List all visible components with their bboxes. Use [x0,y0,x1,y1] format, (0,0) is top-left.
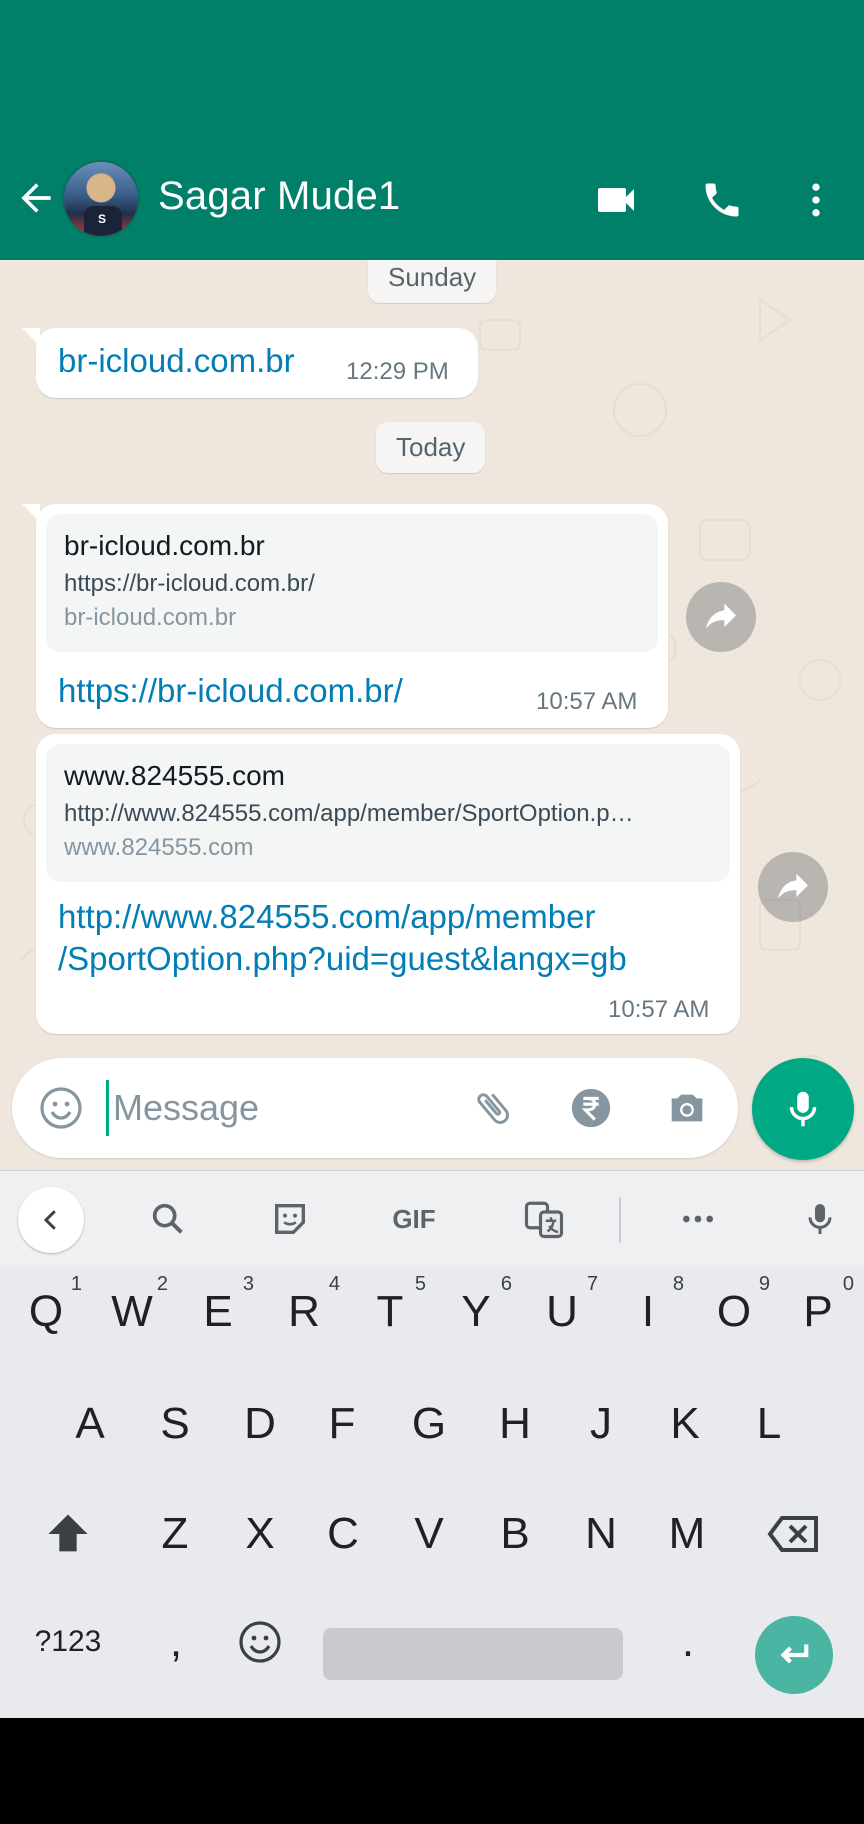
backspace-icon [767,1516,818,1552]
key-p[interactable]: P0 [778,1267,858,1357]
message-link-line: http://www.824555.com/app/member [58,898,596,935]
key-o[interactable]: O9 [694,1267,774,1357]
key-n[interactable]: N [561,1489,641,1579]
more-icon[interactable] [670,1191,726,1247]
period-key[interactable]: . [648,1597,728,1687]
message-time: 10:57 AM [536,688,638,715]
voice-message-button[interactable] [752,1058,854,1160]
avatar[interactable]: S [62,160,140,238]
key-c[interactable]: C [303,1489,383,1579]
forward-icon[interactable] [686,582,756,652]
video-call-icon[interactable] [588,172,644,228]
key-m[interactable]: M [647,1489,727,1579]
symbols-key[interactable]: ?123 [28,1597,108,1687]
link-preview[interactable]: www.824555.com http://www.824555.com/app… [46,744,730,882]
shift-icon [48,1514,88,1552]
chat-area: Sunday br-icloud.com.br 12:29 PM Today b… [0,260,864,1170]
link-preview[interactable]: br-icloud.com.br https://br-icloud.com.b… [46,514,658,652]
message-time: 10:57 AM [608,996,710,1023]
key-u[interactable]: U7 [522,1267,602,1357]
link-preview-domain: br-icloud.com.br [64,604,237,631]
message-bubble[interactable]: www.824555.com http://www.824555.com/app… [36,734,740,1034]
more-options-icon[interactable] [788,172,844,228]
date-chip-today: Today [376,422,486,473]
key-s[interactable]: S [135,1379,215,1469]
date-chip-sunday: Sunday [368,260,497,303]
link-preview-url: https://br-icloud.com.br/ [64,570,315,597]
backspace-key[interactable] [754,1489,834,1579]
key-r[interactable]: R4 [264,1267,344,1357]
message-composer [12,1058,738,1158]
message-link[interactable]: https://br-icloud.com.br/ [58,670,403,712]
key-f[interactable]: F [302,1379,382,1469]
message-link-line: /SportOption.php?uid=guest&langx=gb [58,940,627,977]
key-e[interactable]: E3 [178,1267,258,1357]
avatar-letter: S [98,212,107,226]
emoji-key[interactable] [220,1597,300,1687]
key-j[interactable]: J [561,1379,641,1469]
key-z[interactable]: Z [135,1489,215,1579]
key-x[interactable]: X [220,1489,300,1579]
comma-key[interactable]: , [136,1597,216,1687]
message-link[interactable]: br-icloud.com.br [58,340,295,382]
key-t[interactable]: T5 [350,1267,430,1357]
emoji-icon[interactable] [36,1083,86,1133]
link-preview-title: br-icloud.com.br [64,530,265,561]
key-q[interactable]: Q1 [6,1267,86,1357]
key-y[interactable]: Y6 [436,1267,516,1357]
message-bubble[interactable]: br-icloud.com.br https://br-icloud.com.b… [22,504,668,728]
key-i[interactable]: I8 [608,1267,688,1357]
message-time: 12:29 PM [346,358,449,385]
keyboard-toolbar: GIF [0,1171,864,1267]
voice-call-icon[interactable] [694,172,750,228]
back-arrow-icon[interactable] [14,176,58,220]
link-preview-url: http://www.824555.com/app/member/SportOp… [64,800,634,827]
link-preview-title: www.824555.com [64,760,286,791]
toolbar-divider [619,1197,621,1243]
chevron-left-icon [43,1210,56,1230]
key-b[interactable]: B [475,1489,555,1579]
translate-icon[interactable] [516,1191,572,1247]
key-d[interactable]: D [220,1379,300,1469]
camera-icon[interactable] [662,1083,712,1133]
payment-icon[interactable] [566,1083,616,1133]
message-input[interactable] [106,1080,446,1136]
search-icon[interactable] [140,1191,196,1247]
key-h[interactable]: H [475,1379,555,1469]
link-preview-domain: www.824555.com [64,834,254,861]
key-l[interactable]: L [729,1379,809,1469]
microphone-icon [789,1091,817,1127]
enter-icon [780,1644,809,1664]
system-nav-bar [0,1718,864,1824]
message-link[interactable]: http://www.824555.com/app/member /SportO… [58,896,627,980]
gif-button[interactable]: GIF [382,1191,446,1247]
keyboard-mic-icon[interactable] [792,1191,848,1247]
key-w[interactable]: W2 [92,1267,172,1357]
space-key[interactable] [323,1628,623,1680]
chat-header: S Sagar Mude1 [0,0,864,260]
enter-key[interactable] [755,1616,833,1694]
sticker-icon[interactable] [262,1191,318,1247]
key-k[interactable]: K [645,1379,725,1469]
bubble-tail [22,504,40,522]
bubble-tail [22,328,40,346]
shift-key[interactable] [28,1489,108,1579]
key-a[interactable]: A [50,1379,130,1469]
attach-icon[interactable] [468,1083,518,1133]
emoji-icon [239,1621,281,1663]
contact-name[interactable]: Sagar Mude1 [158,174,400,219]
key-v[interactable]: V [389,1489,469,1579]
message-bubble[interactable]: br-icloud.com.br 12:29 PM [22,328,478,398]
forward-icon[interactable] [758,852,828,922]
keyboard-collapse-button[interactable] [18,1187,84,1253]
key-g[interactable]: G [389,1379,469,1469]
